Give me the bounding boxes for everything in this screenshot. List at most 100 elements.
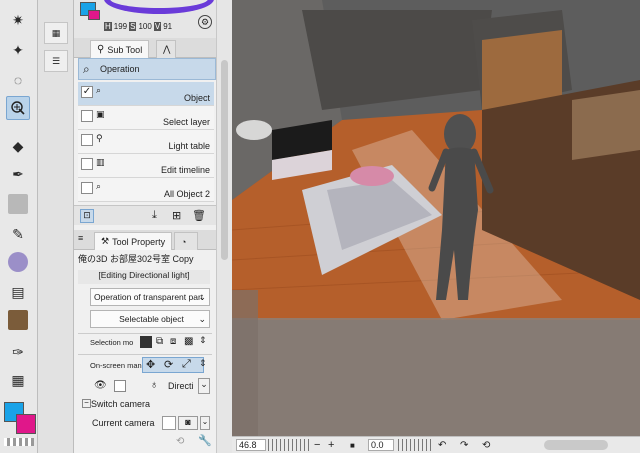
delete-subtool-icon[interactable]: 🗑 — [192, 209, 206, 222]
subtool-settings-icon[interactable]: ⊡ — [80, 209, 94, 223]
subtract-selection-icon[interactable]: ⧈ — [170, 336, 176, 347]
subtool-item-object[interactable]: ✓ ⌕ Object — [78, 82, 214, 106]
panel-grip-icon[interactable]: ≡ — [78, 233, 83, 243]
selectable-select[interactable]: Selectable object ⌄ — [90, 310, 210, 328]
grid-tool-icon[interactable]: ▦ — [6, 368, 30, 392]
rotate-manipulator-icon[interactable]: ⟳ — [164, 358, 173, 371]
tab-subtool[interactable]: ⚲ Sub Tool — [90, 40, 150, 58]
stepper-icon[interactable]: ⇕ — [199, 335, 207, 346]
color-sub-swatch[interactable] — [88, 10, 100, 20]
tab-brush-size[interactable]: ◔ — [174, 232, 198, 250]
s-value: 100 — [138, 21, 152, 31]
selection-mode-label: Selection mo — [90, 338, 134, 347]
selectable-value: Selectable object — [119, 314, 184, 324]
subtool-checkbox[interactable]: ✓ — [81, 86, 93, 98]
room-3d-scene[interactable] — [232, 0, 640, 436]
h-label: H — [104, 21, 112, 31]
material-thumb-icon[interactable] — [8, 310, 28, 330]
lasso-tool-icon[interactable]: ◌ — [6, 68, 30, 92]
grid-toggle-icon[interactable]: ▦ — [44, 22, 68, 44]
rotate-right-icon[interactable]: ↷ — [460, 439, 468, 451]
subtool-checkbox[interactable] — [81, 158, 93, 170]
current-camera-row: Current camera ◙ ⌄ — [78, 414, 212, 432]
onscreen-label: On-screen man — [90, 361, 142, 370]
onscreen-row: On-screen man ✥ ⟳ ⤢ ⇕ — [78, 354, 212, 374]
horizontal-scroll-thumb[interactable] — [544, 440, 608, 450]
eye-icon[interactable]: 👁 — [94, 380, 107, 391]
status-bar: 46.8 − + ■ 0.0 ↶ ↷ ⟲ — [232, 436, 640, 453]
switch-camera-label: Switch camera — [91, 399, 151, 409]
chevron-down-icon[interactable]: ⌄ — [200, 416, 210, 430]
subtool-checkbox[interactable] — [81, 110, 93, 122]
camera-icon[interactable]: ◙ — [178, 416, 198, 430]
zoom-in-icon[interactable]: + — [328, 439, 334, 451]
camera-checkbox[interactable] — [162, 416, 176, 430]
side-strip: ▦ ☰ — [38, 0, 74, 453]
pencil-tool-icon[interactable]: ✎ — [6, 222, 30, 246]
airbrush-tool-icon[interactable] — [8, 252, 28, 272]
transparent-color-swatch[interactable] — [4, 438, 34, 446]
light-direction-row: 👁 ♁ Directi ⌄ — [78, 376, 212, 396]
reset-icon[interactable]: ⟲ — [176, 436, 184, 447]
subtool-item-all-object[interactable]: ⌕ All Object 2 — [78, 178, 214, 202]
import-subtool-icon[interactable]: ⤓ — [152, 209, 157, 222]
tab-tool-property[interactable]: ⚒ Tool Property — [94, 232, 173, 250]
rotate-left-icon[interactable]: ↶ — [438, 439, 446, 451]
stepper-icon[interactable]: ⇕ — [199, 358, 207, 369]
operation-group-icon: ⌕ — [83, 62, 90, 76]
chevron-down-icon[interactable]: ⌄ — [198, 378, 210, 394]
canvas-viewport[interactable] — [232, 0, 640, 436]
reset-rotation-icon[interactable]: ⟲ — [482, 439, 490, 451]
subtool-item-light-table[interactable]: ⚲ Light table — [78, 130, 214, 154]
scale-manipulator-icon[interactable]: ⤢ — [182, 358, 191, 371]
v-label: V — [153, 21, 162, 31]
intersect-selection-icon[interactable]: ▩ — [184, 336, 193, 347]
s-label: S — [129, 21, 137, 31]
object-icon: ⌕ — [96, 85, 102, 95]
color-settings-icon[interactable]: ⚙ — [198, 15, 212, 29]
color-wheel[interactable] — [104, 0, 214, 14]
eraser-tool-icon[interactable]: ◆ — [6, 134, 30, 158]
list-toggle-icon[interactable]: ☰ — [44, 50, 68, 72]
transparent-operation-select[interactable]: Operation of transparent part ⌄ — [90, 288, 210, 306]
zoom-slider[interactable] — [268, 439, 312, 451]
fit-screen-icon[interactable]: ■ — [350, 439, 355, 451]
subtool-item-select-layer[interactable]: ▣ Select layer — [78, 106, 214, 130]
hsv-readout: H 199 S 100 V 91 — [104, 20, 172, 32]
sub-color-swatch[interactable] — [16, 414, 36, 434]
subtool-checkbox[interactable] — [81, 134, 93, 146]
pen-tool-icon[interactable]: ✒ — [6, 162, 30, 186]
sparkle-tool-icon[interactable]: ✷ — [6, 8, 30, 32]
select-layer-icon: ▣ — [96, 109, 105, 119]
timeline-icon: ▥ — [96, 157, 105, 167]
all-object-icon: ⌕ — [96, 181, 102, 191]
zoom-out-icon[interactable]: − — [314, 439, 320, 451]
move-tool-icon[interactable]: ✦ — [6, 38, 30, 62]
decoration-tool-icon[interactable]: ▤ — [6, 280, 30, 304]
switch-camera-row: − Switch camera — [78, 398, 212, 412]
wrench-icon[interactable]: 🔧 — [198, 434, 212, 447]
new-selection-icon[interactable] — [140, 336, 152, 348]
panel-scrollbar[interactable] — [216, 0, 232, 453]
rotation-slider[interactable] — [398, 439, 434, 451]
tab-secondary[interactable]: ⋀ — [156, 40, 176, 58]
operation-tool-icon[interactable] — [6, 96, 30, 120]
editing-status: [Editing Directional light] — [78, 270, 210, 284]
zoom-input[interactable]: 46.8 — [236, 439, 266, 451]
fill-tool-icon[interactable]: ✑ — [6, 340, 30, 364]
add-selection-icon[interactable]: ⧉ — [156, 336, 163, 347]
subtool-item-edit-timeline[interactable]: ▥ Edit timeline — [78, 154, 214, 178]
rotation-input[interactable]: 0.0 — [368, 439, 394, 451]
panel-scroll-thumb[interactable] — [221, 60, 228, 260]
direction-checkbox[interactable] — [114, 380, 126, 392]
collapse-icon[interactable]: − — [82, 399, 91, 408]
duplicate-subtool-icon[interactable]: ⊞ — [172, 209, 181, 222]
subtool-group-header[interactable]: ⌕ Operation — [78, 58, 216, 80]
subtool-checkbox[interactable] — [81, 182, 93, 194]
subtool-footer: ⊡ ⤓ ⊞ 🗑 — [74, 205, 216, 225]
color-bar: H 199 S 100 V 91 ⚙ — [74, 0, 216, 38]
subtool-group-label: Operation — [100, 64, 140, 74]
chevron-down-icon: ⌄ — [198, 314, 206, 324]
brush-preview-icon[interactable] — [8, 194, 28, 214]
move-manipulator-icon[interactable]: ✥ — [146, 358, 155, 371]
